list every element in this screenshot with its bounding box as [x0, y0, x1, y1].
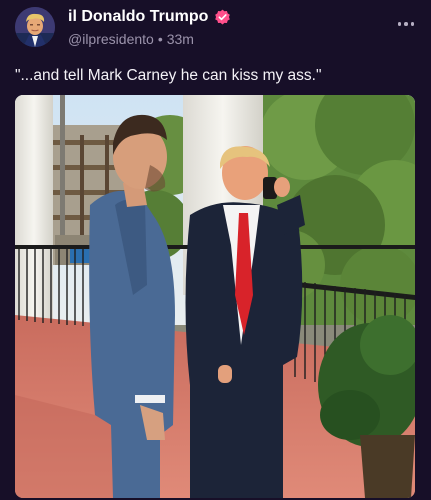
avatar-image [15, 7, 55, 47]
author-name-row[interactable]: il Donaldo Trumpo [68, 8, 231, 26]
author-handle[interactable]: @ilpresidento [68, 31, 154, 47]
more-icon-dot [410, 22, 415, 26]
verified-badge-icon [215, 9, 231, 24]
meta-separator: • [157, 31, 163, 47]
post-image[interactable] [15, 95, 415, 498]
post-card: il Donaldo Trumpo @ilpresidento • 33m "...… [0, 0, 431, 500]
more-options-button[interactable] [395, 16, 417, 32]
avatar[interactable] [15, 7, 55, 47]
more-icon-dot [404, 22, 408, 26]
author-meta: @ilpresidento • 33m [68, 31, 194, 47]
post-text: "...and tell Mark Carney he can kiss my … [15, 67, 322, 84]
author-display-name[interactable]: il Donaldo Trumpo [68, 8, 208, 26]
post-timestamp[interactable]: 33m [167, 31, 194, 47]
photo-image [15, 95, 415, 498]
more-icon-dot [397, 22, 402, 26]
